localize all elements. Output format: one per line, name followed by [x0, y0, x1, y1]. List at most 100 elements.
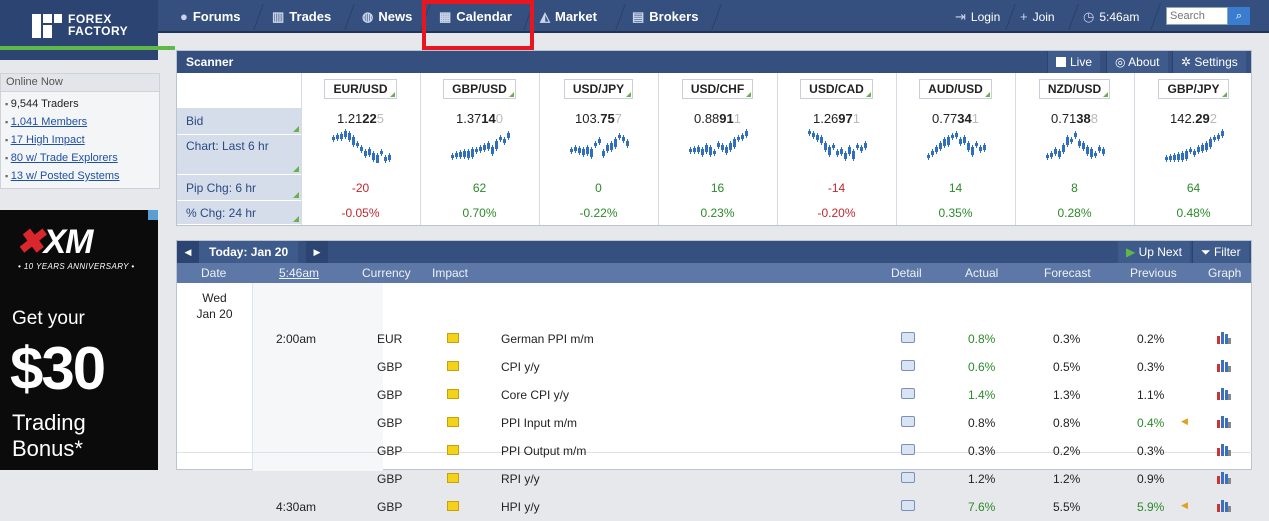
ad-choices-icon[interactable] [148, 210, 158, 220]
pair-name[interactable]: USD/JPY [563, 79, 634, 99]
online-link[interactable]: 80 w/ Trade Explorers [11, 152, 118, 164]
logo-text: FOREX FACTORY [68, 13, 128, 37]
filter-button[interactable]: ⏷ Filter [1192, 241, 1249, 263]
bar-graph-icon[interactable] [1217, 499, 1231, 512]
bar-graph-icon[interactable] [1217, 443, 1231, 456]
forex-factory-logo[interactable]: FOREX FACTORY [32, 12, 128, 38]
impact-yellow-icon[interactable] [447, 361, 459, 371]
calendar-event-row[interactable]: GBP CPI y/y 0.6% 0.5% 0.3% [253, 353, 1253, 381]
pair-name[interactable]: NZD/USD [1038, 79, 1111, 99]
impact-yellow-icon[interactable] [447, 389, 459, 399]
folder-detail-icon[interactable] [901, 388, 915, 399]
scanner-pair-gbp-jpy: GBP/JPY 142.292 64 0.48% [1134, 73, 1252, 225]
online-link[interactable]: 17 High Impact [11, 134, 85, 146]
mini-candlestick-chart[interactable] [322, 129, 402, 163]
calendar-event-row[interactable]: GBP Core CPI y/y 1.4% 1.3% 1.1% [253, 381, 1253, 409]
join-link[interactable]: + Join [1020, 0, 1055, 33]
folder-detail-icon[interactable] [901, 444, 915, 455]
pair-name[interactable]: GBP/USD [443, 79, 516, 99]
nav-label: News [378, 9, 413, 24]
bar-graph-icon[interactable] [1217, 415, 1231, 428]
pair-name[interactable]: USD/CAD [800, 79, 873, 99]
scanner-pair-gbp-usd: GBP/USD 1.37140 62 0.70% [420, 73, 538, 225]
pair-name[interactable]: USD/CHF [681, 79, 754, 99]
bar-graph-icon[interactable] [1217, 471, 1231, 484]
bar-graph-icon[interactable] [1217, 387, 1231, 400]
nav-forums[interactable]: ● Forums [180, 0, 241, 33]
impact-yellow-icon[interactable] [447, 333, 459, 343]
label-pip-change[interactable]: Pip Chg: 6 hr [177, 175, 301, 201]
bid-price: 0.88911 [693, 111, 741, 126]
mini-candlestick-chart[interactable] [798, 129, 878, 163]
calendar-today-label[interactable]: Today: Jan 20 [199, 241, 299, 263]
label-bid[interactable]: Bid [177, 108, 301, 135]
event-title[interactable]: RPI y/y [501, 472, 540, 486]
mini-candlestick-chart[interactable] [679, 129, 759, 163]
event-title[interactable]: PPI Output m/m [501, 444, 586, 458]
event-currency: EUR [377, 332, 403, 346]
next-day-button[interactable]: ▶ [306, 241, 328, 263]
folder-detail-icon[interactable] [901, 360, 915, 371]
folder-detail-icon[interactable] [901, 500, 915, 511]
calendar-date: Jan 20 [196, 307, 233, 321]
event-title[interactable]: CPI y/y [501, 360, 540, 374]
nav-brokers[interactable]: ▤ Brokers [632, 0, 698, 33]
pair-name[interactable]: EUR/USD [324, 79, 397, 99]
login-link[interactable]: ⇥ Login [955, 0, 1000, 33]
header-impact: Impact [432, 266, 469, 280]
settings-label: Settings [1194, 55, 1238, 69]
impact-yellow-icon[interactable] [447, 473, 459, 483]
mini-candlestick-chart[interactable] [1155, 129, 1235, 163]
calendar-event-row[interactable]: GBP PPI Input m/m 0.8% 0.8% 0.4% ◀ [253, 409, 1253, 437]
impact-yellow-icon[interactable] [447, 501, 459, 511]
folder-detail-icon[interactable] [901, 472, 915, 483]
mini-candlestick-chart[interactable] [1036, 129, 1116, 163]
calendar-event-row[interactable]: 4:30am GBP HPI y/y 7.6% 5.5% 5.9% ◀ [253, 493, 1253, 521]
clock[interactable]: ◷ 5:46am [1083, 0, 1139, 33]
checkbox-icon[interactable] [1056, 57, 1066, 67]
pair-name[interactable]: GBP/JPY [1158, 79, 1229, 99]
online-link[interactable]: 13 w/ Posted Systems [11, 170, 120, 182]
previous-day-button[interactable]: ◀ [177, 241, 199, 263]
mini-candlestick-chart[interactable] [917, 129, 997, 163]
nav-news[interactable]: ◍ News [362, 0, 412, 33]
bid-price: 1.37140 [455, 111, 503, 126]
label-chart[interactable]: Chart: Last 6 hr [177, 135, 301, 175]
folder-detail-icon[interactable] [901, 416, 915, 427]
search-button[interactable]: ⌕ [1228, 7, 1250, 25]
nav-market[interactable]: ◭ Market [540, 0, 597, 33]
online-trade-explorers: 80 w/ Trade Explorers [5, 149, 159, 167]
xm-advertisement[interactable]: ✖XM • 10 YEARS ANNIVERSARY • Get your $3… [0, 210, 158, 470]
folder-detail-icon[interactable] [901, 332, 915, 343]
live-label: Live [1070, 55, 1093, 69]
bar-graph-icon[interactable] [1217, 359, 1231, 372]
impact-yellow-icon[interactable] [447, 445, 459, 455]
pair-name[interactable]: AUD/USD [919, 79, 992, 99]
event-forecast: 5.5% [1053, 500, 1081, 514]
calendar-event-row[interactable]: GBP RPI y/y 1.2% 1.2% 0.9% [253, 465, 1253, 493]
mini-candlestick-chart[interactable] [441, 129, 521, 163]
bar-graph-icon[interactable] [1217, 331, 1231, 344]
settings-button[interactable]: ✲ Settings [1172, 51, 1246, 73]
trades-icon: ▥ [272, 8, 285, 24]
online-posted-systems: 13 w/ Posted Systems [5, 167, 159, 185]
header-time[interactable]: 5:46am [279, 266, 319, 280]
online-link[interactable]: 1,041 Members [11, 116, 87, 128]
label-percent-change[interactable]: % Chg: 24 hr [177, 201, 301, 225]
calendar-event-row[interactable]: GBP PPI Output m/m 0.3% 0.2% 0.3% [253, 437, 1253, 465]
event-previous: 1.1% [1137, 388, 1165, 402]
search-input[interactable] [1166, 7, 1228, 25]
event-title[interactable]: PPI Input m/m [501, 416, 577, 430]
about-button[interactable]: ◎ About [1106, 51, 1168, 73]
up-next-button[interactable]: ▶ Up Next [1118, 241, 1190, 263]
event-title[interactable]: Core CPI y/y [501, 388, 569, 402]
calendar-event-row[interactable]: 2:00am EUR German PPI m/m 0.8% 0.3% 0.2% [253, 325, 1253, 353]
event-title[interactable]: German PPI m/m [501, 332, 594, 346]
live-toggle[interactable]: Live [1047, 51, 1101, 73]
event-title[interactable]: HPI y/y [501, 500, 540, 514]
nav-trades[interactable]: ▥ Trades [272, 0, 331, 33]
nav-label: Market [555, 9, 597, 24]
impact-yellow-icon[interactable] [447, 417, 459, 427]
event-currency: GBP [377, 472, 403, 486]
mini-candlestick-chart[interactable] [560, 129, 640, 163]
